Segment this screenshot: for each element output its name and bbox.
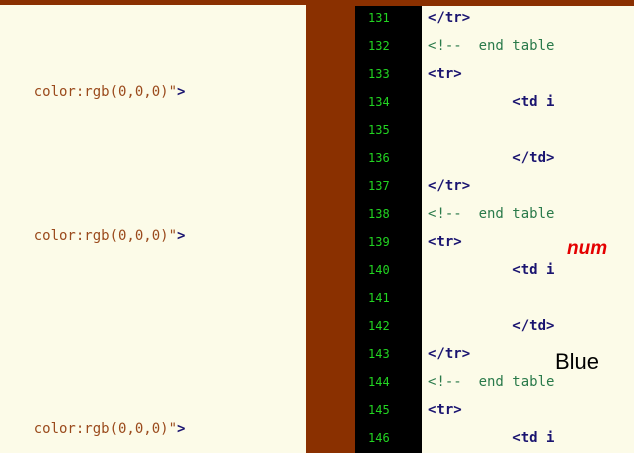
code-line: <td i bbox=[428, 430, 555, 446]
line-number: 132 bbox=[368, 39, 390, 53]
line-number: 133 bbox=[368, 67, 390, 81]
code-line: </td> bbox=[428, 318, 555, 334]
line-number: 135 bbox=[368, 123, 390, 137]
code-line: </tr> bbox=[428, 178, 471, 194]
attr-value: color:rgb(0,0,0)" bbox=[33, 228, 178, 244]
code-line: <tr> bbox=[428, 66, 462, 82]
attr-value: color:rgb(0,0,0)" bbox=[33, 84, 178, 100]
line-number: 145 bbox=[368, 403, 390, 417]
code-line: <td i bbox=[428, 94, 555, 110]
line-number: 131 bbox=[368, 11, 390, 25]
attr-value: color:rgb(0,0,0)" bbox=[33, 421, 178, 437]
code-line: color:rgb(0,0,0)"> bbox=[0, 405, 186, 453]
line-number: 146 bbox=[368, 431, 390, 445]
line-number: 138 bbox=[368, 207, 390, 221]
tag-close: > bbox=[177, 421, 186, 437]
code-line: </tr> bbox=[428, 346, 471, 362]
tag-close: > bbox=[177, 228, 186, 244]
code-line: <td i bbox=[428, 262, 555, 278]
tag-close: > bbox=[177, 84, 186, 100]
right-editor-pane[interactable]: num Blue 131 </tr> 132 <!-- end table 133 <tr… bbox=[355, 6, 634, 453]
overlay-red-text: num bbox=[567, 238, 608, 259]
code-line: </td> bbox=[428, 150, 555, 166]
line-number: 141 bbox=[368, 291, 390, 305]
code-line: </tr> bbox=[428, 10, 471, 26]
line-number: 137 bbox=[368, 179, 390, 193]
line-number: 134 bbox=[368, 95, 390, 109]
code-line: color:rgb(0,0,0)"> bbox=[0, 68, 186, 116]
left-editor-pane[interactable]: color:rgb(0,0,0)"> color:rgb(0,0,0)"> co… bbox=[0, 5, 306, 453]
code-line: <!-- end table bbox=[428, 38, 555, 54]
code-line: <tr> bbox=[428, 234, 462, 250]
line-number: 144 bbox=[368, 375, 390, 389]
line-number: 142 bbox=[368, 319, 390, 333]
line-number: 140 bbox=[368, 263, 390, 277]
overlay-blue-text: Blue bbox=[555, 349, 600, 374]
line-number: 139 bbox=[368, 235, 390, 249]
code-line: <tr> bbox=[428, 402, 462, 418]
code-line: <!-- end table bbox=[428, 206, 555, 222]
line-number: 143 bbox=[368, 347, 390, 361]
line-number: 136 bbox=[368, 151, 390, 165]
code-line: color:rgb(0,0,0)"> bbox=[0, 212, 186, 260]
code-line: <!-- end table bbox=[428, 374, 555, 390]
